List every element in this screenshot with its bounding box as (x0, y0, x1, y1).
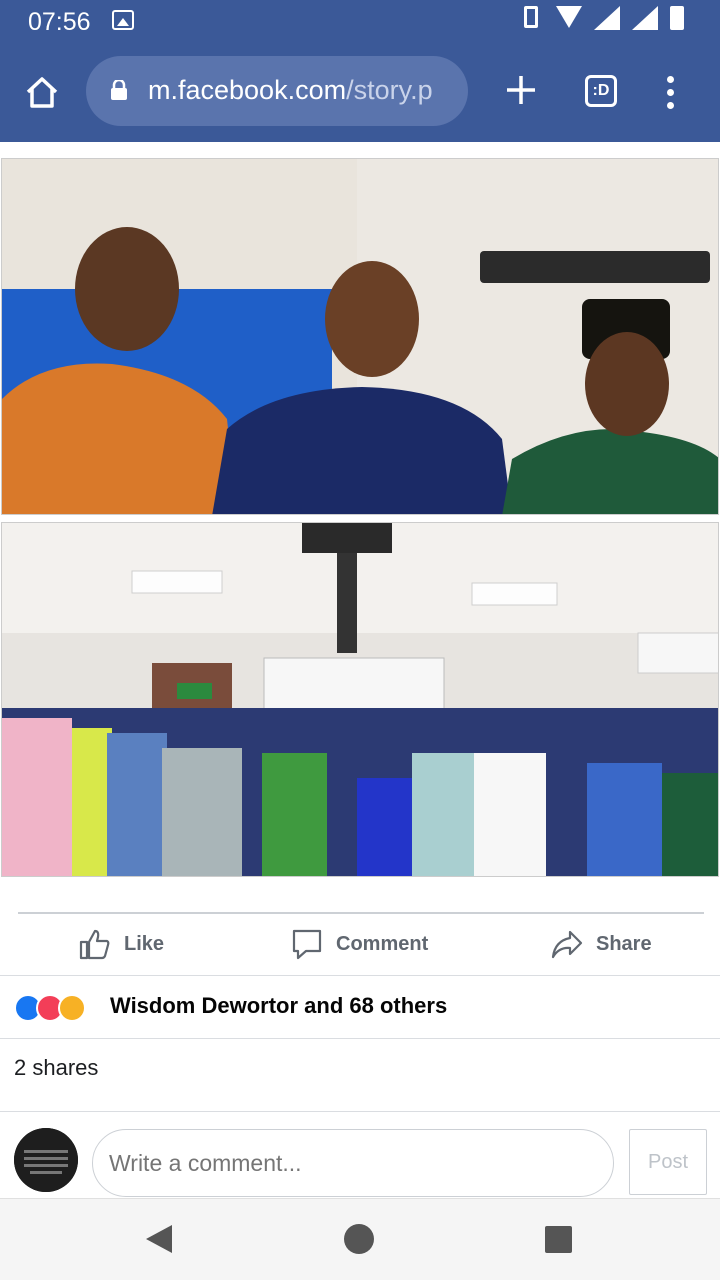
divider (0, 1038, 720, 1039)
browser-toolbar: m.facebook.com/story.p :D (0, 44, 720, 142)
like-label: Like (124, 932, 165, 955)
status-time: 07:56 (28, 8, 91, 36)
shares-count[interactable]: 2 shares (14, 1055, 98, 1081)
tabs-icon[interactable]: :D (585, 75, 617, 107)
system-nav-bar (0, 1198, 720, 1280)
back-icon[interactable] (146, 1225, 172, 1253)
image-icon (112, 10, 134, 30)
status-bar: 07:56 (0, 0, 720, 44)
share-button[interactable]: Share (550, 914, 652, 974)
comment-composer: Post (0, 1112, 720, 1198)
comment-label: Comment (336, 932, 429, 955)
url-bar[interactable]: m.facebook.com/story.p (86, 56, 468, 126)
share-icon (551, 930, 583, 959)
like-button[interactable]: Like (78, 914, 164, 974)
signal-x-icon (632, 6, 658, 32)
divider (0, 975, 720, 976)
home-icon[interactable] (24, 74, 60, 110)
url-domain: m.facebook.com (148, 75, 347, 105)
share-label: Share (596, 932, 652, 955)
care-reaction-icon (58, 994, 86, 1022)
post-photo-2[interactable] (1, 522, 719, 877)
recent-apps-icon[interactable] (545, 1226, 572, 1253)
comment-input[interactable] (92, 1129, 614, 1197)
comment-button[interactable]: Comment (290, 914, 428, 974)
more-vert-icon[interactable] (665, 76, 675, 110)
post-button[interactable]: Post (629, 1129, 707, 1195)
avatar-image (14, 1128, 78, 1192)
comment-icon (292, 929, 322, 960)
url-path: /story.p (346, 75, 433, 105)
plus-icon[interactable] (503, 72, 539, 108)
post-photo-1[interactable] (1, 158, 719, 515)
url-text: m.facebook.com/story.p (148, 75, 433, 106)
wifi-icon (556, 6, 582, 32)
reactions-summary[interactable]: Wisdom Dewortor and 68 others (110, 993, 447, 1019)
avatar (14, 1128, 78, 1192)
battery-icon (670, 6, 696, 32)
lock-icon (111, 80, 127, 100)
photo-group-team (2, 523, 718, 876)
reaction-icons[interactable] (14, 990, 86, 1026)
status-icons (518, 6, 696, 32)
photo-group-three-men (2, 159, 718, 514)
post-actions: Like Comment Share (0, 914, 720, 974)
signal-icon (594, 6, 620, 32)
home-circle-icon[interactable] (344, 1224, 374, 1254)
vibrate-icon (518, 6, 544, 32)
thumbs-up-icon (79, 929, 110, 960)
